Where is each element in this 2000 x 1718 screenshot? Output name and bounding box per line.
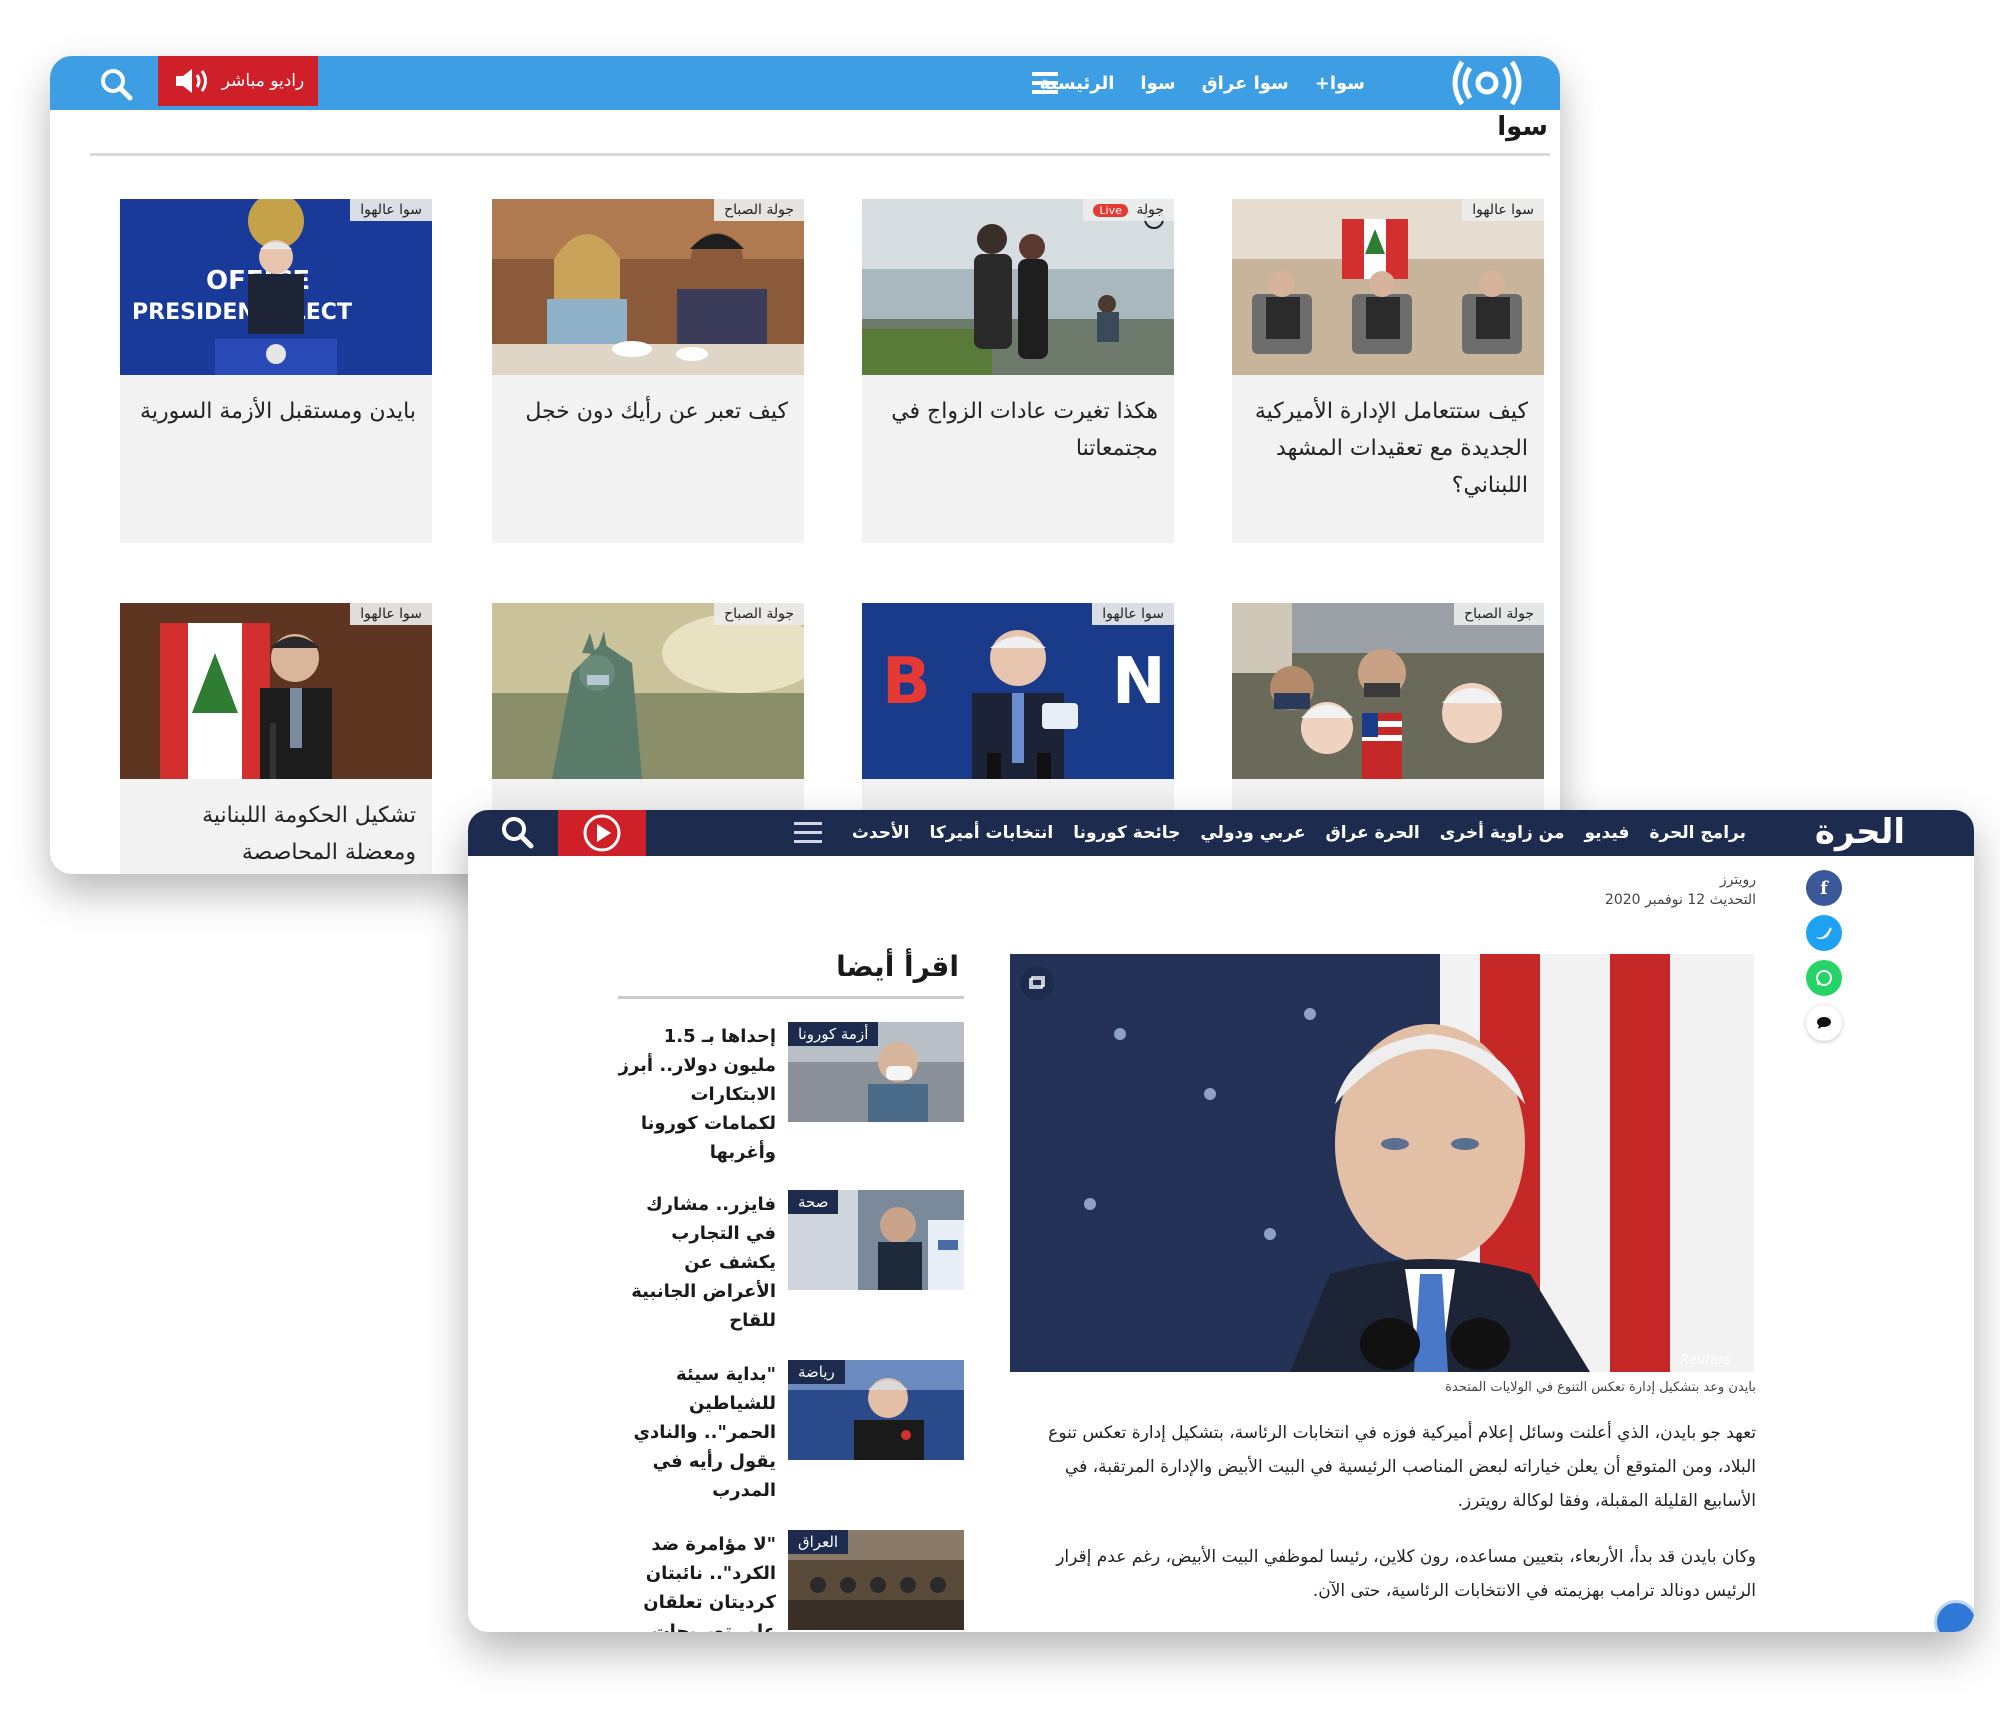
gallery-glyph	[1029, 976, 1045, 989]
alhurra-header: الأحدث انتخابات أميركا جائحة كورونا عربي…	[468, 810, 1974, 856]
related-title[interactable]: إحداها بـ 1.5 مليون دولار.. أبرز الابتكا…	[616, 1022, 776, 1167]
category-tag: سوا عالهوا	[1462, 199, 1544, 221]
play-icon	[583, 814, 621, 852]
article-thumbnail	[120, 603, 432, 779]
category-tag: سوا عالهوا	[350, 199, 432, 221]
comment-icon	[1817, 1017, 1831, 1029]
byline-updated: التحديث 12 نوفمبر 2020	[1604, 892, 1756, 908]
article-card[interactable]: جولة الصباح كيف تعبر عن رأيك دون خجل	[492, 199, 804, 543]
category-tag: جولة الصباح	[714, 603, 804, 625]
read-also-heading: اقرأ أيضا	[836, 950, 959, 983]
related-title[interactable]: "لا مؤامرة ضد الكرد".. نائبتان كرديتان ت…	[616, 1530, 776, 1632]
article-title[interactable]: تشكيل الحكومة اللبنانية ومعضلة المحاصصة	[136, 797, 416, 871]
sawa-window: راديو مباشر الرئيسية سوا سوا عراق سوا+ س…	[50, 56, 1560, 874]
section-heading: سوا	[1497, 112, 1548, 142]
search-icon[interactable]	[498, 813, 536, 851]
article-thumbnail	[1232, 199, 1544, 375]
related-article[interactable]: رياضة "بداية سيئة للشياطين الحمر".. والن…	[618, 1360, 964, 1520]
read-also-divider	[618, 996, 964, 999]
speaker-icon	[175, 69, 207, 93]
category-tag: سوا عالهوا	[1092, 603, 1174, 625]
nav-corona[interactable]: جائحة كورونا	[1073, 823, 1180, 843]
article-title[interactable]: كيف تعبر عن رأيك دون خجل	[508, 393, 788, 430]
related-badge: صحة	[788, 1190, 839, 1214]
related-badge: العراق	[788, 1530, 849, 1554]
photo-credit: Reuters	[1680, 1353, 1731, 1368]
whatsapp-icon	[1816, 970, 1832, 986]
radio-label: راديو مباشر	[221, 71, 305, 91]
live-badge: Live	[1093, 204, 1128, 217]
related-article[interactable]: صحة فايزر.. مشارك في التجارب يكشف عن الأ…	[618, 1190, 964, 1350]
related-thumbnail: صحة	[788, 1190, 964, 1290]
comments-button[interactable]	[1806, 1005, 1842, 1041]
nav-alhurra-iraq[interactable]: الحرة عراق	[1326, 823, 1420, 843]
related-badge: رياضة	[788, 1360, 845, 1384]
sawa-logo-icon[interactable]	[1452, 60, 1522, 106]
article-card[interactable]: OFFICE PRESIDENT-ELECT سوا عالهوا بايدن …	[120, 199, 432, 543]
nav-latest[interactable]: الأحدث	[852, 823, 910, 843]
sawa-header: راديو مباشر الرئيسية سوا سوا عراق سوا+	[50, 56, 1560, 110]
article-main-photo[interactable]: Reuters	[1010, 954, 1754, 1372]
related-badge: أزمة كورونا	[788, 1022, 879, 1046]
article-thumbnail	[492, 199, 804, 375]
related-thumbnail: رياضة	[788, 1360, 964, 1460]
article-card[interactable]: سوا عالهوا كيف ستتعامل الإدارة الأميركية…	[1232, 199, 1544, 543]
article-paragraph: تعهد جو بايدن، الذي أعلنت وسائل إعلام أم…	[1048, 1423, 1756, 1511]
photo-caption: بايدن وعد بتشكيل إدارة تعكس التنوع في ال…	[1445, 1380, 1756, 1395]
related-thumbnail: أزمة كورونا	[788, 1022, 964, 1122]
whatsapp-share-button[interactable]	[1806, 960, 1842, 996]
alhurra-nav: الأحدث انتخابات أميركا جائحة كورونا عربي…	[852, 810, 1746, 856]
nav-sawa[interactable]: سوا	[1140, 73, 1175, 94]
article-thumbnail	[862, 199, 1174, 375]
sawa-nav: الرئيسية سوا سوا عراق سوا+	[1040, 56, 1365, 110]
facebook-share-button[interactable]: f	[1806, 870, 1842, 906]
nav-programs[interactable]: برامج الحرة	[1649, 823, 1746, 843]
article-thumbnail: OFFICE PRESIDENT-ELECT	[120, 199, 432, 375]
alhurra-window: الأحدث انتخابات أميركا جائحة كورونا عربي…	[468, 810, 1974, 1632]
related-article[interactable]: العراق "لا مؤامرة ضد الكرد".. نائبتان كر…	[618, 1530, 964, 1632]
category-tag: جولة الصباح	[714, 199, 804, 221]
twitter-share-button[interactable]	[1806, 915, 1842, 951]
byline-source: رويترز	[1719, 872, 1756, 888]
nav-home[interactable]: الرئيسية	[1040, 73, 1115, 94]
nav-video[interactable]: فيديو	[1585, 823, 1630, 843]
menu-icon[interactable]	[794, 820, 822, 846]
related-thumbnail: العراق	[788, 1530, 964, 1630]
nav-another-angle[interactable]: من زاوية أخرى	[1440, 823, 1565, 843]
live-radio-button[interactable]: راديو مباشر	[158, 56, 318, 106]
article-thumbnail: B N	[862, 603, 1174, 779]
category-tag: سوا عالهوا	[350, 603, 432, 625]
article-title[interactable]: هكذا تغيرت عادات الزواج في مجتمعاتنا	[878, 393, 1158, 467]
related-article[interactable]: أزمة كورونا إحداها بـ 1.5 مليون دولار.. …	[618, 1022, 964, 1182]
article-card[interactable]: جولة Live هكذا تغيرت عادات الزواج في مجت…	[862, 199, 1174, 543]
thumbnail-graphic: N	[1112, 645, 1166, 719]
nav-arab-world[interactable]: عربي ودولي	[1200, 823, 1305, 843]
nav-us-elections[interactable]: انتخابات أميركا	[929, 823, 1053, 843]
help-icon[interactable]	[1934, 1600, 1974, 1632]
thumbnail-text: PRESIDENT-ELECT	[132, 300, 352, 325]
live-tv-button[interactable]	[558, 810, 646, 856]
category-tag: جولة Live	[1083, 199, 1174, 221]
search-icon[interactable]	[98, 66, 134, 102]
article-title[interactable]: بايدن ومستقبل الأزمة السورية	[136, 393, 416, 430]
gallery-icon[interactable]	[1020, 966, 1054, 1000]
heading-divider	[90, 153, 1550, 156]
nav-sawa-iraq[interactable]: سوا عراق	[1202, 73, 1289, 94]
nav-sawa-plus[interactable]: سوا+	[1315, 73, 1365, 94]
related-title[interactable]: "بداية سيئة للشياطين الحمر".. والنادي يق…	[616, 1360, 776, 1505]
thumbnail-graphic: B	[882, 645, 931, 719]
twitter-icon	[1816, 927, 1832, 939]
alhurra-logo[interactable]: الحرة	[1812, 812, 1908, 852]
category-tag: جولة الصباح	[1454, 603, 1544, 625]
article-thumbnail	[492, 603, 804, 779]
article-byline: رويترز التحديث 12 نوفمبر 2020	[1605, 870, 1756, 910]
facebook-icon: f	[1820, 877, 1828, 899]
article-title[interactable]: كيف ستتعامل الإدارة الأميركية الجديدة مع…	[1248, 393, 1528, 504]
article-thumbnail	[1232, 603, 1544, 779]
article-paragraph: وكان بايدن قد بدأ، الأربعاء، بتعيين مساع…	[1056, 1547, 1756, 1601]
related-title[interactable]: فايزر.. مشارك في التجارب يكشف عن الأعراض…	[616, 1190, 776, 1335]
article-card[interactable]: سوا عالهوا تشكيل الحكومة اللبنانية ومعضل…	[120, 603, 432, 874]
